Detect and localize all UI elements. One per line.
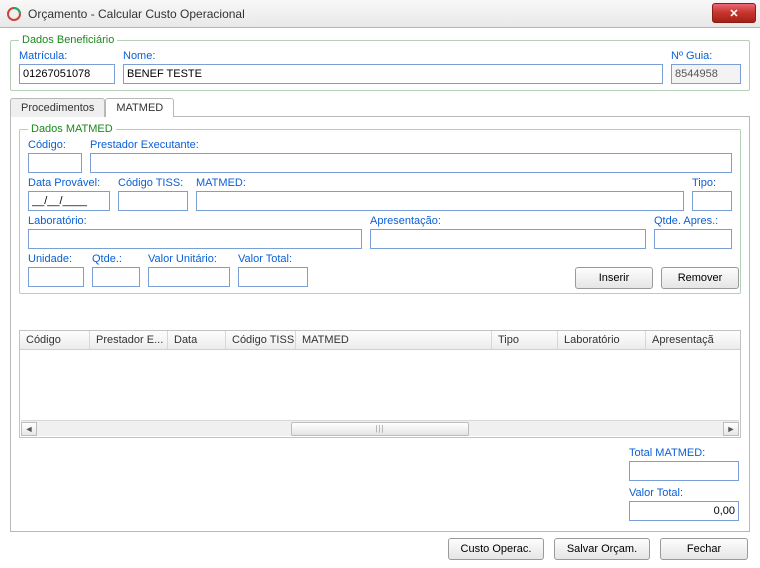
apres-input[interactable] <box>370 229 646 249</box>
vu-label: Valor Unitário: <box>148 253 230 265</box>
nome-input[interactable] <box>123 64 663 84</box>
dados-matmed-legend: Dados MATMED <box>28 123 116 135</box>
scroll-track[interactable] <box>37 422 723 436</box>
remover-button[interactable]: Remover <box>661 267 739 289</box>
matmed-name-input[interactable] <box>196 191 684 211</box>
lab-input[interactable] <box>28 229 362 249</box>
titlebar: Orçamento - Calcular Custo Operacional ✕ <box>0 0 760 28</box>
tabs: Procedimentos MATMED <box>10 97 750 116</box>
fechar-button[interactable]: Fechar <box>660 538 748 560</box>
valor-total-label: Valor Total: <box>629 487 739 499</box>
tab-matmed[interactable]: MATMED <box>105 98 174 117</box>
total-matmed-value <box>629 461 739 481</box>
grid-header: Código Prestador E... Data Código TISS M… <box>20 331 740 350</box>
close-icon: ✕ <box>729 7 738 20</box>
dataprov-input[interactable] <box>28 191 110 211</box>
total-matmed-label: Total MATMED: <box>629 447 739 459</box>
qtde-label: Qtde.: <box>92 253 140 265</box>
tab-panel-matmed: Dados MATMED Código: Prestador Executant… <box>10 116 750 532</box>
guia-label: Nº Guia: <box>671 50 741 62</box>
matricula-input[interactable] <box>19 64 115 84</box>
dataprov-label: Data Provável: <box>28 177 110 189</box>
valor-total-value <box>629 501 739 521</box>
lab-label: Laboratório: <box>28 215 362 227</box>
dados-beneficiario-group: Dados Beneficiário Matrícula: Nome: Nº G… <box>10 34 750 91</box>
inserir-button[interactable]: Inserir <box>575 267 653 289</box>
vu-input[interactable] <box>148 267 230 287</box>
vt-label: Valor Total: <box>238 253 308 265</box>
col-lab[interactable]: Laboratório <box>558 331 646 349</box>
ctiss-input[interactable] <box>118 191 188 211</box>
window-title: Orçamento - Calcular Custo Operacional <box>28 7 245 21</box>
col-matmed[interactable]: MATMED <box>296 331 492 349</box>
unid-label: Unidade: <box>28 253 84 265</box>
col-prestador[interactable]: Prestador E... <box>90 331 168 349</box>
guia-input <box>671 64 741 84</box>
salvar-orcam-button[interactable]: Salvar Orçam. <box>554 538 650 560</box>
dados-beneficiario-legend: Dados Beneficiário <box>19 34 117 46</box>
scroll-right-arrow-icon[interactable]: ► <box>723 422 739 436</box>
prestador-label: Prestador Executante: <box>90 139 732 151</box>
matricula-label: Matrícula: <box>19 50 115 62</box>
horizontal-scrollbar[interactable]: ◄ ► <box>21 420 739 436</box>
scroll-left-arrow-icon[interactable]: ◄ <box>21 422 37 436</box>
col-tipo[interactable]: Tipo <box>492 331 558 349</box>
nome-label: Nome: <box>123 50 663 62</box>
matmed-grid: Código Prestador E... Data Código TISS M… <box>19 330 741 438</box>
custo-operac-button[interactable]: Custo Operac. <box>448 538 544 560</box>
window-body: Dados Beneficiário Matrícula: Nome: Nº G… <box>0 28 760 568</box>
scroll-thumb[interactable] <box>291 422 469 436</box>
apres-label: Apresentação: <box>370 215 646 227</box>
tipo-label: Tipo: <box>692 177 732 189</box>
vt-input[interactable] <box>238 267 308 287</box>
totals-block: Total MATMED: Valor Total: <box>629 447 739 521</box>
qtde-input[interactable] <box>92 267 140 287</box>
tab-procedimentos[interactable]: Procedimentos <box>10 98 105 117</box>
codigo-label: Código: <box>28 139 82 151</box>
footer-buttons: Custo Operac. Salvar Orçam. Fechar <box>10 532 750 560</box>
app-icon <box>6 6 22 22</box>
col-apres[interactable]: Apresentaçã <box>646 331 740 349</box>
col-data[interactable]: Data <box>168 331 226 349</box>
qapres-input[interactable] <box>654 229 732 249</box>
codigo-input[interactable] <box>28 153 82 173</box>
ctiss-label: Código TISS: <box>118 177 188 189</box>
prestador-input[interactable] <box>90 153 732 173</box>
unid-input[interactable] <box>28 267 84 287</box>
close-button[interactable]: ✕ <box>712 3 756 23</box>
col-codigo[interactable]: Código <box>20 331 90 349</box>
col-ctiss[interactable]: Código TISS <box>226 331 296 349</box>
qapres-label: Qtde. Apres.: <box>654 215 732 227</box>
matmed-name-label: MATMED: <box>196 177 684 189</box>
tipo-input[interactable] <box>692 191 732 211</box>
